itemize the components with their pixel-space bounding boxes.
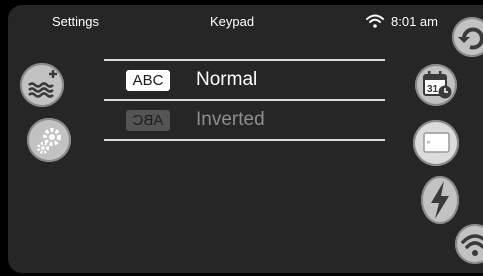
refresh-icon — [458, 27, 483, 50]
divider — [104, 139, 385, 141]
page-title: Keypad — [210, 14, 255, 29]
display-icon — [423, 132, 450, 153]
wifi-button[interactable] — [455, 224, 483, 264]
inverted-keypad-badge: ABC — [126, 110, 170, 131]
refresh-button[interactable] — [452, 17, 483, 57]
normal-keypad-badge: ABC — [126, 70, 170, 91]
keypad-option-inverted[interactable]: ABC Inverted — [104, 101, 385, 139]
settings-gear-icon — [37, 128, 61, 154]
calendar-clock-icon: 31 — [423, 71, 452, 99]
svg-text:31: 31 — [427, 84, 439, 95]
display-button[interactable] — [413, 120, 459, 166]
settings-back-link[interactable]: Settings — [52, 14, 99, 29]
keypad-option-normal[interactable]: ABC Normal — [104, 61, 385, 99]
power-bolt-icon — [431, 181, 449, 219]
top-bar: Settings Keypad 8:01 am — [8, 5, 483, 39]
normal-option-label: Normal — [196, 69, 258, 90]
screen: Settings Keypad 8:01 am ABC Normal ABC I… — [8, 5, 483, 273]
wifi-icon — [461, 234, 483, 256]
inverted-option-label: Inverted — [196, 109, 265, 130]
schedule-button[interactable]: 31 — [415, 64, 457, 106]
water-temperature-button[interactable] — [20, 63, 64, 107]
settings-button[interactable] — [27, 118, 71, 162]
clock: 8:01 am — [391, 14, 438, 29]
keypad-option-list: ABC Normal ABC Inverted — [104, 59, 385, 141]
wifi-status-icon — [366, 14, 384, 28]
power-button[interactable] — [421, 176, 459, 224]
water-temperature-icon — [28, 70, 57, 98]
